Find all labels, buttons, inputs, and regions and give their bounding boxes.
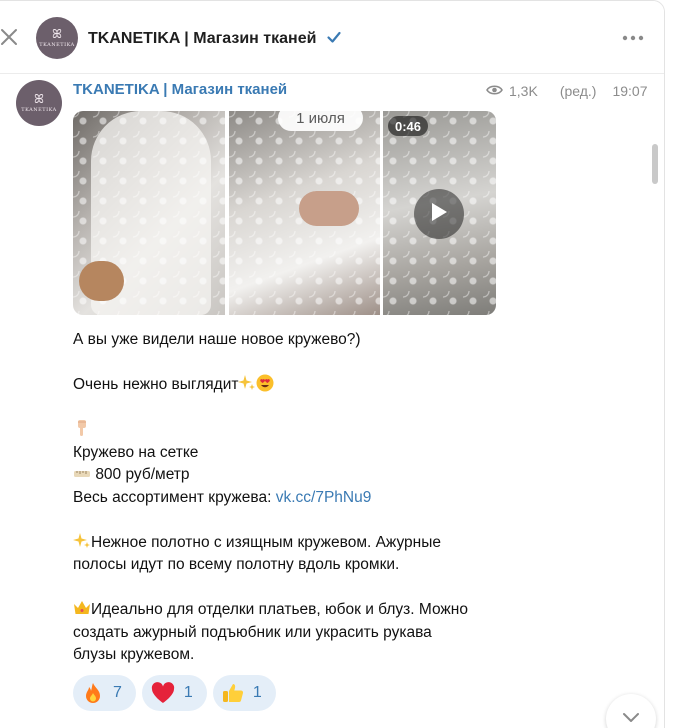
crown-icon [73,599,91,617]
text-line: А вы уже видели наше новое кружево?) [73,331,361,348]
thumbs-up-icon [221,681,245,705]
reaction-count: 1 [252,684,262,701]
text-line: Очень нежно выглядит [73,374,513,397]
media-photo-lace-hand[interactable] [229,111,380,315]
pointing-down-icon [73,419,91,437]
text-line: блузы кружевом. [73,646,195,663]
reactions-bar: 7 1 1 [73,675,276,711]
reaction-count: 1 [183,684,193,701]
text-line: Весь ассортимент кружева: vk.cc/7PhNu9 [73,488,372,506]
play-button[interactable] [414,189,464,239]
header-divider [0,73,664,74]
reaction-thumbs-up[interactable]: 1 [212,675,276,711]
scrollbar-thumb[interactable] [652,144,658,184]
media-photo-mannequin[interactable] [73,111,225,315]
chevron-down-icon [622,710,640,728]
channel-avatar[interactable]: ꕤ TKANETIKA [36,17,78,59]
logo-icon: ꕤ [52,27,62,41]
chat-window: ꕤ TKANETIKA TKANETIKA | Магазин тканей ꕤ… [0,0,665,728]
views-count: 1,3K [509,83,538,99]
heart-icon [150,681,176,705]
text-line: полосы идут по всему полотну вдоль кромк… [73,556,400,573]
chat-header: ꕤ TKANETIKA TKANETIKA | Магазин тканей [0,1,664,73]
heart-eyes-emoji-icon [256,374,274,392]
text-line: Идеально для отделки платьев, юбок и блу… [73,599,513,622]
post-text: А вы уже видели наше новое кружево?) Оче… [73,329,513,667]
sparkles-icon [238,374,256,392]
play-icon [429,201,449,228]
post-avatar[interactable]: ꕤ TKANETIKA [16,80,62,126]
text-line: Нежное полотно с изящным кружевом. Ажурн… [73,532,513,555]
logo-icon: ꕤ [34,92,44,106]
close-icon[interactable] [0,26,20,48]
edited-label: (ред.) [559,83,597,99]
ruler-icon [73,464,91,482]
avatar-label: TKANETIKA [21,107,57,113]
reaction-fire[interactable]: 7 [73,675,136,711]
sparkles-icon [73,532,91,550]
page-title: TKANETIKA | Магазин тканей [88,30,317,47]
more-options-icon[interactable] [622,29,644,47]
assortment-link[interactable]: vk.cc/7PhNu9 [276,489,372,506]
video-duration: 0:46 [388,116,429,136]
post-channel-name[interactable]: TKANETIKA | Магазин тканей [73,81,287,98]
text-line: создать ажурный подъюбник или украсить р… [73,623,432,641]
verified-icon [326,29,342,50]
header-title-wrap[interactable]: TKANETIKA | Магазин тканей [88,29,342,50]
date-badge: 1 июля [278,105,363,131]
post-time: 19:07 [612,83,648,99]
fire-icon [81,681,105,705]
text-line: 800 руб/метр [73,464,513,487]
avatar-label: TKANETIKA [39,42,75,48]
views-eye-icon [486,83,503,99]
reaction-count: 7 [113,684,122,701]
text-line [73,419,513,442]
reaction-heart[interactable]: 1 [141,675,207,711]
text-line: Кружево на сетке [73,443,199,461]
post-meta: 1,3K (ред.) 19:07 [486,83,648,99]
scroll-down-button[interactable] [606,694,656,728]
